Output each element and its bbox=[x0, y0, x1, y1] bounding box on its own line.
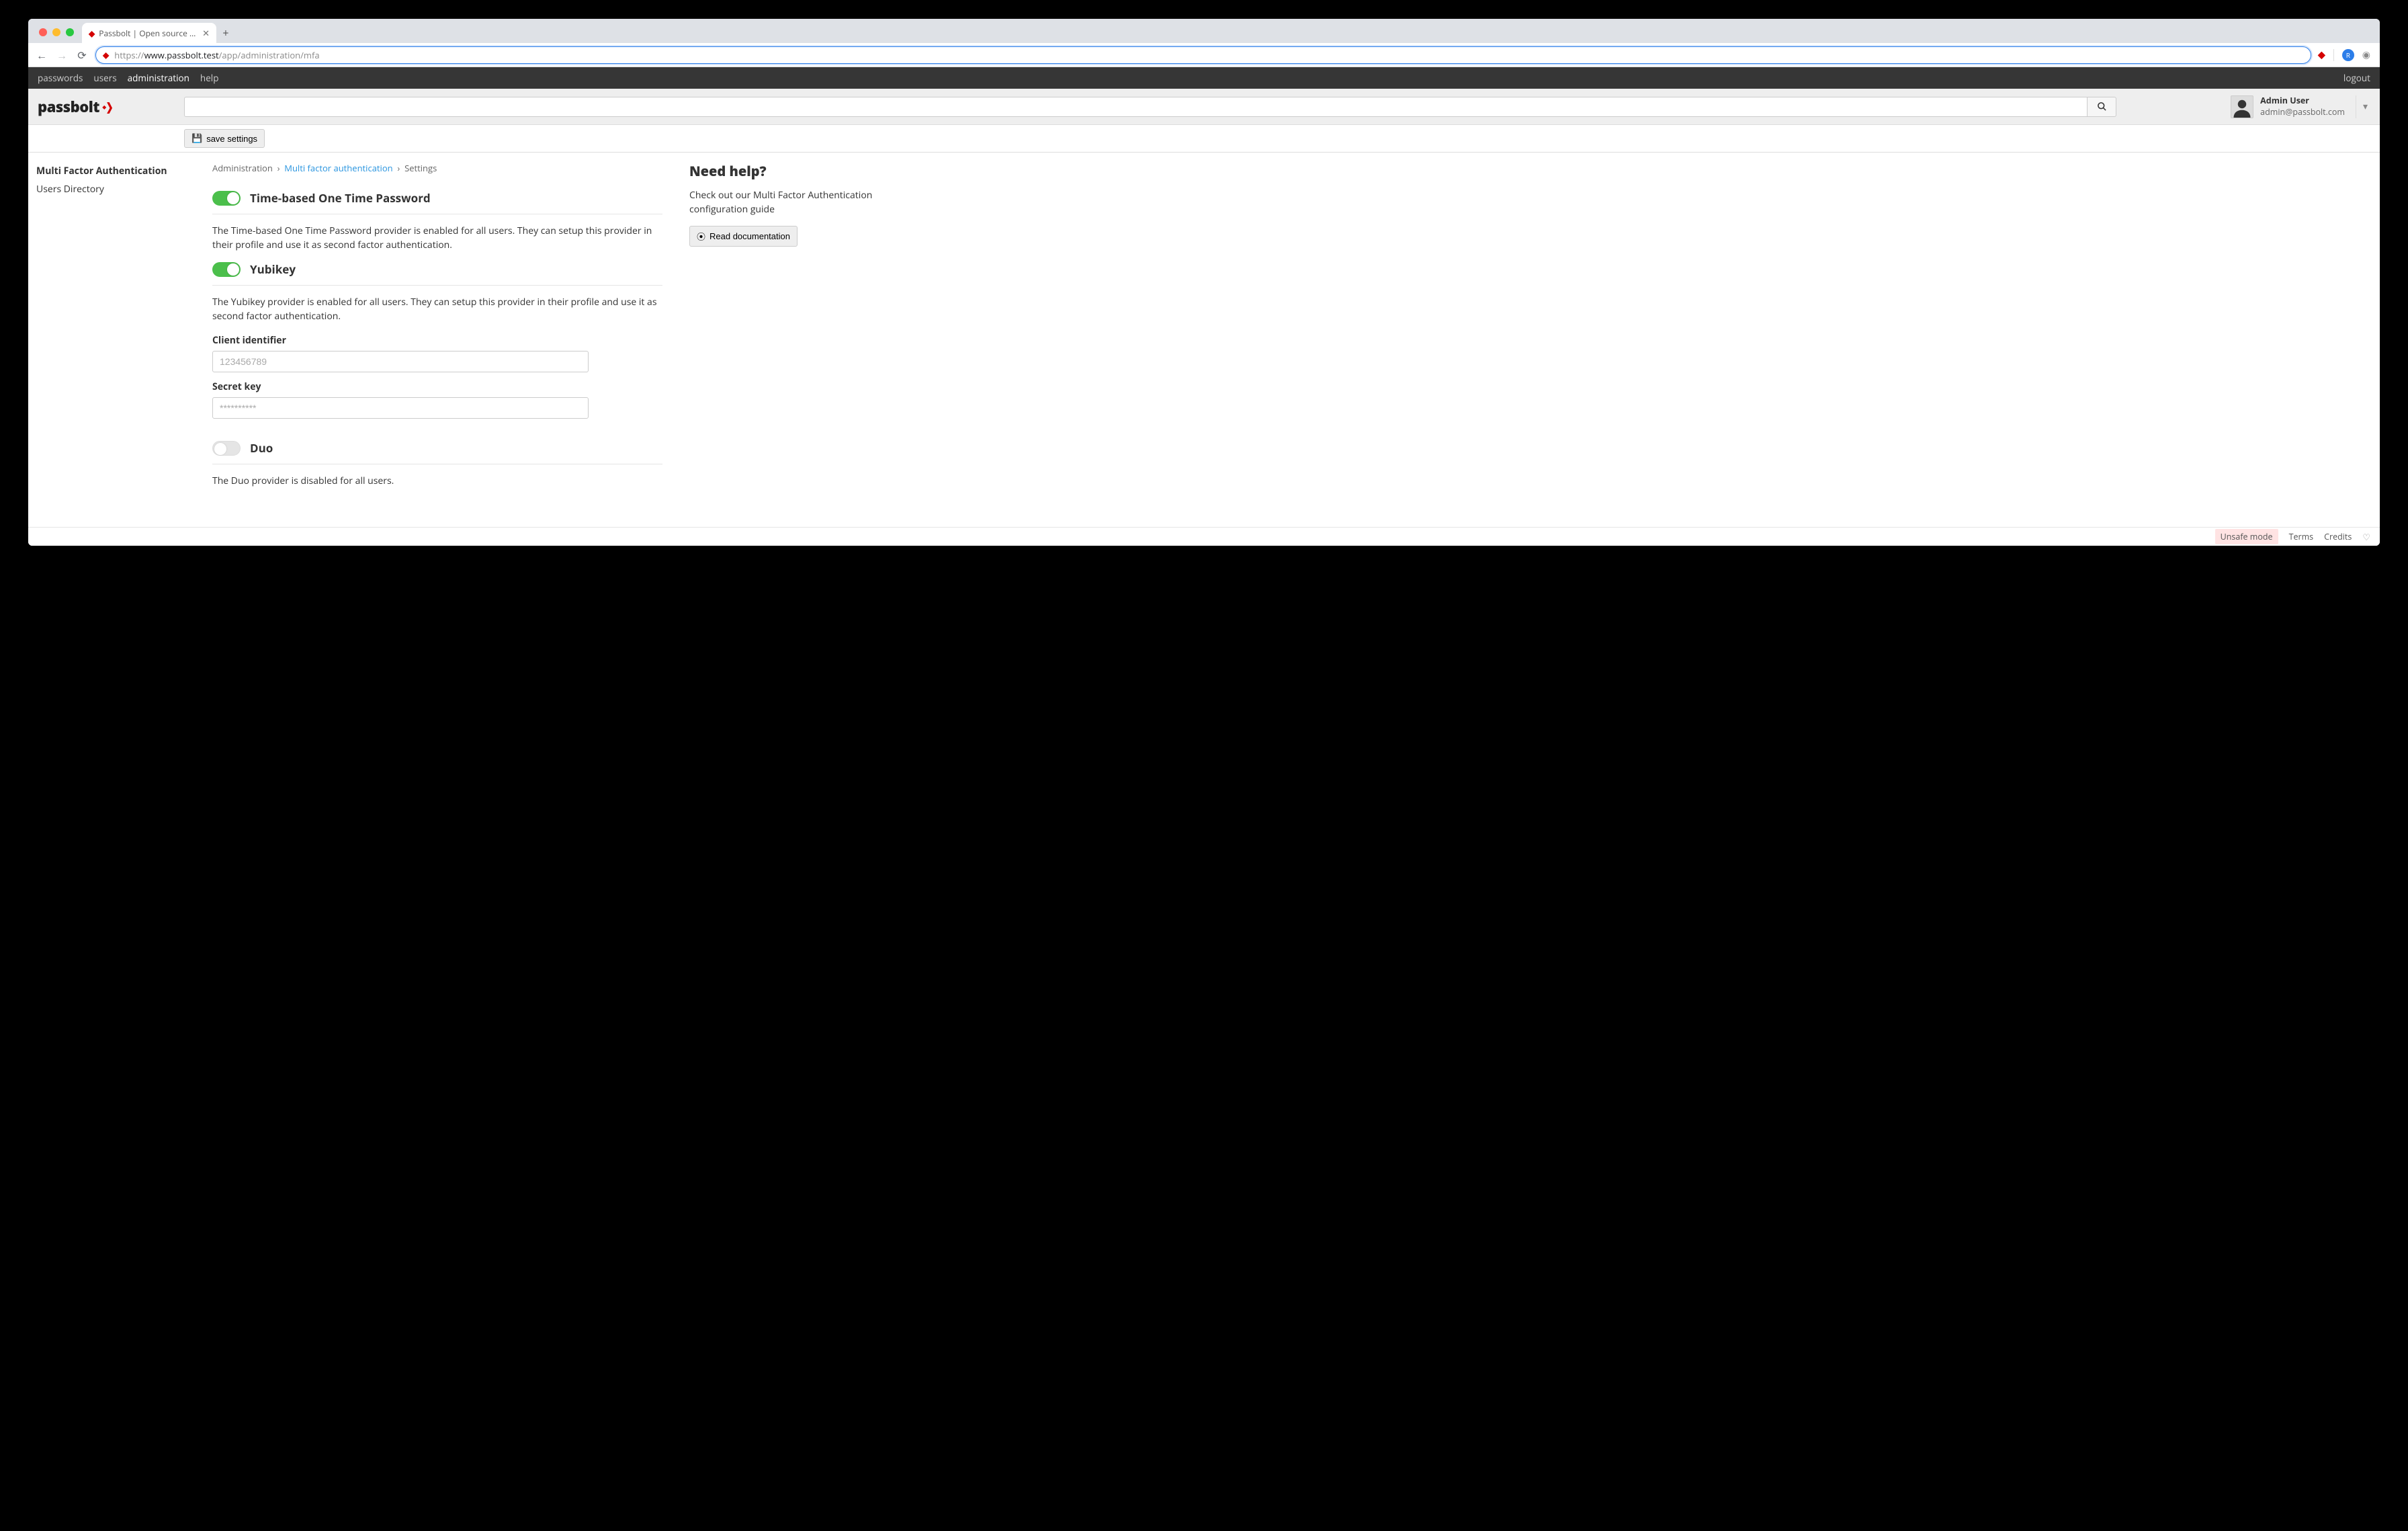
user-email: admin@passbolt.com bbox=[2260, 107, 2345, 118]
window-close-icon[interactable] bbox=[39, 28, 47, 36]
section-duo: Duo bbox=[212, 433, 662, 464]
passbolt-extension-icon[interactable]: ◆ bbox=[2318, 48, 2325, 61]
yubikey-description: The Yubikey provider is enabled for all … bbox=[212, 286, 662, 326]
toggle-yubikey[interactable] bbox=[212, 262, 241, 277]
breadcrumb: Administration › Multi factor authentica… bbox=[212, 159, 662, 183]
breadcrumb-settings: Settings bbox=[404, 162, 437, 174]
footer-credits[interactable]: Credits bbox=[2324, 531, 2352, 542]
secret-key-input[interactable] bbox=[212, 397, 589, 419]
footer-terms[interactable]: Terms bbox=[2289, 531, 2314, 542]
sidebar: Multi Factor Authentication Users Direct… bbox=[28, 153, 184, 527]
window-maximize-icon[interactable] bbox=[66, 28, 74, 36]
help-panel: Need help? Check out our Multi Factor Au… bbox=[689, 159, 904, 513]
url-text: https://www.passbolt.test/app/administra… bbox=[114, 49, 319, 61]
save-icon: 💾 bbox=[191, 133, 202, 144]
passbolt-favicon-icon: ◆ bbox=[89, 28, 95, 39]
toolbar: 💾 save settings bbox=[28, 125, 2380, 153]
browser-menu-icon[interactable]: ◉ bbox=[2362, 48, 2370, 61]
totp-title: Time-based One Time Password bbox=[250, 190, 431, 206]
extension-icons: ◆ R ◉ bbox=[2318, 48, 2373, 61]
toggle-totp[interactable] bbox=[212, 191, 241, 206]
user-avatar-icon bbox=[2231, 95, 2253, 118]
footer: Unsafe mode Terms Credits ♡ bbox=[28, 527, 2380, 546]
nav-users[interactable]: users bbox=[93, 72, 116, 84]
site-favicon-icon: ◆ bbox=[103, 49, 109, 60]
client-identifier-label: Client identifier bbox=[212, 326, 662, 351]
nav-back-icon[interactable]: ← bbox=[35, 48, 48, 63]
main-area: Multi Factor Authentication Users Direct… bbox=[28, 153, 2380, 527]
browser-tab[interactable]: ◆ Passbolt | Open source passwo ✕ bbox=[82, 23, 216, 43]
nav-administration[interactable]: administration bbox=[128, 72, 189, 84]
breadcrumb-admin[interactable]: Administration bbox=[212, 162, 273, 174]
section-yubikey: Yubikey bbox=[212, 255, 662, 286]
user-info: Admin User admin@passbolt.com bbox=[2260, 95, 2345, 118]
tab-strip: ◆ Passbolt | Open source passwo ✕ + bbox=[28, 19, 2380, 43]
browser-window: ◆ Passbolt | Open source passwo ✕ + ← → … bbox=[28, 19, 2380, 546]
content-area: Administration › Multi factor authentica… bbox=[184, 153, 2380, 527]
search-container bbox=[184, 97, 2231, 117]
settings-column: Administration › Multi factor authentica… bbox=[212, 159, 662, 513]
new-tab-button[interactable]: + bbox=[216, 23, 235, 43]
sidebar-item-mfa[interactable]: Multi Factor Authentication bbox=[36, 162, 176, 180]
toggle-duo[interactable] bbox=[212, 441, 241, 456]
app-top-nav: passwords users administration help logo… bbox=[28, 67, 2380, 89]
nav-help[interactable]: help bbox=[200, 72, 219, 84]
user-panel[interactable]: Admin User admin@passbolt.com ▾ bbox=[2231, 95, 2380, 118]
divider bbox=[2333, 49, 2334, 61]
url-input[interactable]: ◆ https://www.passbolt.test/app/administ… bbox=[95, 46, 2311, 64]
user-name: Admin User bbox=[2260, 95, 2345, 106]
header-bar: passbolt ⬩❯ Admin User admin@passbolt.co… bbox=[28, 89, 2380, 125]
nav-forward-icon[interactable]: → bbox=[55, 48, 69, 63]
profile-avatar-icon[interactable]: R bbox=[2342, 49, 2354, 61]
save-settings-button[interactable]: 💾 save settings bbox=[184, 129, 265, 148]
address-bar: ← → ⟳ ◆ https://www.passbolt.test/app/ad… bbox=[28, 43, 2380, 67]
traffic-lights bbox=[35, 28, 79, 43]
tab-title: Passbolt | Open source passwo bbox=[99, 28, 198, 39]
search-input[interactable] bbox=[184, 97, 2087, 117]
read-documentation-button[interactable]: ⦿ Read documentation bbox=[689, 226, 798, 247]
nav-reload-icon[interactable]: ⟳ bbox=[75, 48, 89, 63]
tab-close-icon[interactable]: ✕ bbox=[202, 27, 210, 39]
passbolt-logo-icon: ⬩❯ bbox=[102, 99, 113, 115]
nav-logout[interactable]: logout bbox=[2344, 72, 2370, 84]
duo-title: Duo bbox=[250, 440, 273, 456]
duo-description: The Duo provider is disabled for all use… bbox=[212, 464, 662, 491]
secret-key-label: Secret key bbox=[212, 372, 662, 397]
search-button[interactable] bbox=[2087, 97, 2116, 117]
life-ring-icon: ⦿ bbox=[697, 230, 705, 243]
unsafe-mode-badge: Unsafe mode bbox=[2215, 529, 2278, 544]
yubikey-title: Yubikey bbox=[250, 261, 296, 277]
section-totp: Time-based One Time Password bbox=[212, 183, 662, 214]
heart-icon[interactable]: ♡ bbox=[2362, 531, 2370, 543]
totp-description: The Time-based One Time Password provide… bbox=[212, 214, 662, 255]
logo[interactable]: passbolt ⬩❯ bbox=[28, 97, 184, 117]
help-text: Check out our Multi Factor Authenticatio… bbox=[689, 188, 904, 226]
nav-passwords[interactable]: passwords bbox=[38, 72, 83, 84]
search-icon bbox=[2097, 101, 2107, 112]
chevron-down-icon: ▾ bbox=[2363, 100, 2368, 113]
help-title: Need help? bbox=[689, 159, 904, 188]
user-menu-caret[interactable]: ▾ bbox=[2356, 95, 2374, 118]
window-minimize-icon[interactable] bbox=[52, 28, 60, 36]
breadcrumb-mfa[interactable]: Multi factor authentication bbox=[284, 162, 392, 174]
client-identifier-input[interactable] bbox=[212, 351, 589, 372]
sidebar-item-users-directory[interactable]: Users Directory bbox=[36, 180, 176, 198]
